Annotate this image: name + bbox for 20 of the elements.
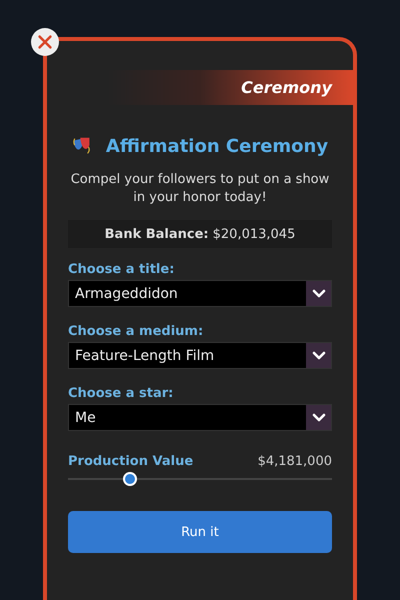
field-label: Choose a title: [68,262,176,277]
description-text: Compel your followers to put on a show in your honor today! [70,171,330,207]
field-label: Choose a medium: [68,324,204,339]
close-icon [36,33,54,51]
dropdown-field[interactable]: Feature-Length Film [68,342,332,369]
header-label: Ceremony [241,78,332,97]
slider-reading: $4,181,000 [258,454,332,469]
field-label: Choose a star: [68,386,174,401]
run-button[interactable]: Run it [68,511,332,553]
slider-label: Production Value [68,454,194,469]
close-button[interactable] [31,28,59,56]
chevron-down-icon [312,350,326,360]
dropdown-field[interactable]: Armageddidon [68,280,332,307]
slider-thumb[interactable] [123,472,138,486]
balance-value: $20,013,045 [212,226,296,242]
dialog-title: Affirmation Ceremony [106,136,328,156]
balance-label: Bank Balance: [104,226,209,242]
chevron-down-icon [312,288,326,298]
chevron-down-icon [312,412,326,422]
dropdown-field[interactable]: Me [68,404,332,431]
